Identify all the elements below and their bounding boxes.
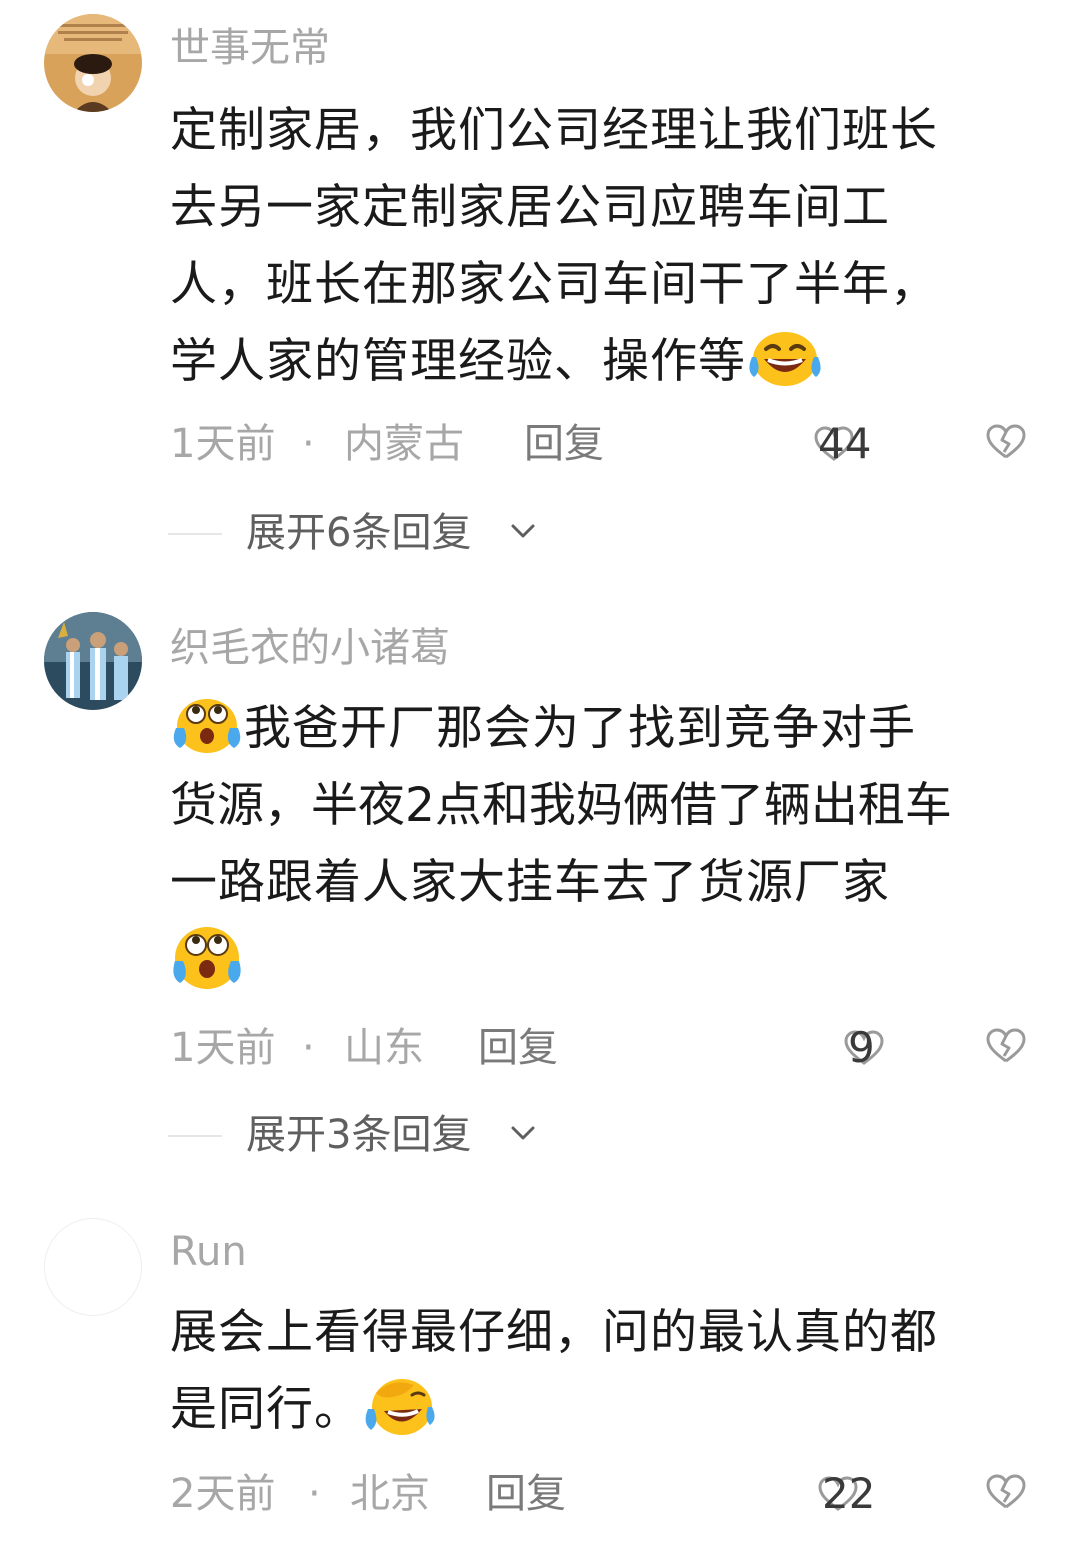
chevron-down-icon <box>511 524 535 538</box>
like-count: 22 <box>822 1469 876 1518</box>
comment-line-text: 我爸开厂那会为了找到竞争对手 <box>244 701 916 756</box>
comment-meta: 2天前 · 北京 回复 22 <box>170 1466 1030 1522</box>
dot-separator: · <box>308 1471 321 1517</box>
divider <box>168 1135 222 1137</box>
comment-meta: 1天前 · 内蒙古 回复 44 <box>170 416 1030 472</box>
like-button[interactable]: 44 <box>814 416 871 472</box>
expand-replies-button[interactable]: 展开6条回复 <box>168 508 768 558</box>
like-button[interactable]: 22 <box>818 1466 875 1522</box>
facepalm-laugh-emoji <box>362 1373 438 1437</box>
comment-line: 人，班长在那家公司车间干了半年， <box>170 257 938 312</box>
comment-line-text: 是同行。 <box>170 1382 362 1437</box>
comment-line: 一路跟着人家大挂车去了货源厂家 <box>170 855 890 910</box>
reply-button[interactable]: 回复 <box>524 416 604 472</box>
reply-button[interactable]: 回复 <box>486 1466 566 1522</box>
timestamp: 1天前 <box>170 421 276 467</box>
username[interactable]: Run <box>170 1228 247 1276</box>
comment-line: 定制家居，我们公司经理让我们班长 <box>170 103 938 158</box>
location: 北京 <box>350 1471 430 1517</box>
divider <box>168 533 222 535</box>
expand-replies-button[interactable]: 展开3条回复 <box>168 1110 768 1160</box>
avatar[interactable] <box>44 612 142 710</box>
dot-separator: · <box>302 421 315 467</box>
timestamp: 1天前 <box>170 1025 276 1071</box>
expand-replies-label: 展开3条回复 <box>246 1112 472 1158</box>
comment-line: 是同行。 <box>170 1371 1050 1448</box>
like-count: 9 <box>848 1023 875 1072</box>
crying-up-emoji <box>170 694 244 754</box>
avatar[interactable] <box>44 14 142 112</box>
broken-heart-icon[interactable] <box>986 1474 1026 1510</box>
username[interactable]: 世事无常 <box>170 24 330 72</box>
comment-text: 展会上看得最仔细，问的最认真的都 是同行。 <box>170 1294 1050 1448</box>
comment-text: 定制家居，我们公司经理让我们班长 去另一家定制家居公司应聘车间工 人，班长在那家… <box>170 92 1050 400</box>
comment-line <box>170 921 1050 998</box>
comment-text: 我爸开厂那会为了找到竞争对手 货源，半夜2点和我妈俩借了辆出租车 一路跟着人家大… <box>170 690 1050 998</box>
dot-separator: · <box>302 1025 315 1071</box>
avatar[interactable] <box>44 1218 142 1316</box>
comment-line: 我爸开厂那会为了找到竞争对手 <box>170 690 1050 767</box>
comment-line: 去另一家定制家居公司应聘车间工 <box>170 180 890 235</box>
chevron-down-icon <box>511 1126 535 1140</box>
broken-heart-icon[interactable] <box>986 424 1026 460</box>
comment-meta: 1天前 · 山东 回复 9 <box>170 1020 1030 1076</box>
location: 内蒙古 <box>344 421 464 467</box>
comment-line: 货源，半夜2点和我妈俩借了辆出租车 <box>170 778 952 833</box>
reply-button[interactable]: 回复 <box>478 1020 558 1076</box>
expand-replies-label: 展开6条回复 <box>246 510 472 556</box>
comment-line-text: 学人家的管理经验、操作等 <box>170 334 746 389</box>
like-button[interactable]: 9 <box>844 1020 884 1076</box>
comment-line: 展会上看得最仔细，问的最认真的都 <box>170 1305 938 1360</box>
username[interactable]: 织毛衣的小诸葛 <box>170 624 450 672</box>
timestamp: 2天前 <box>170 1471 276 1517</box>
comment-line: 学人家的管理经验、操作等 <box>170 323 1050 400</box>
laughing-tears-emoji <box>746 327 824 387</box>
location: 山东 <box>344 1025 424 1071</box>
broken-heart-icon[interactable] <box>986 1028 1026 1064</box>
like-count: 44 <box>818 419 872 468</box>
crying-up-emoji <box>170 921 244 991</box>
